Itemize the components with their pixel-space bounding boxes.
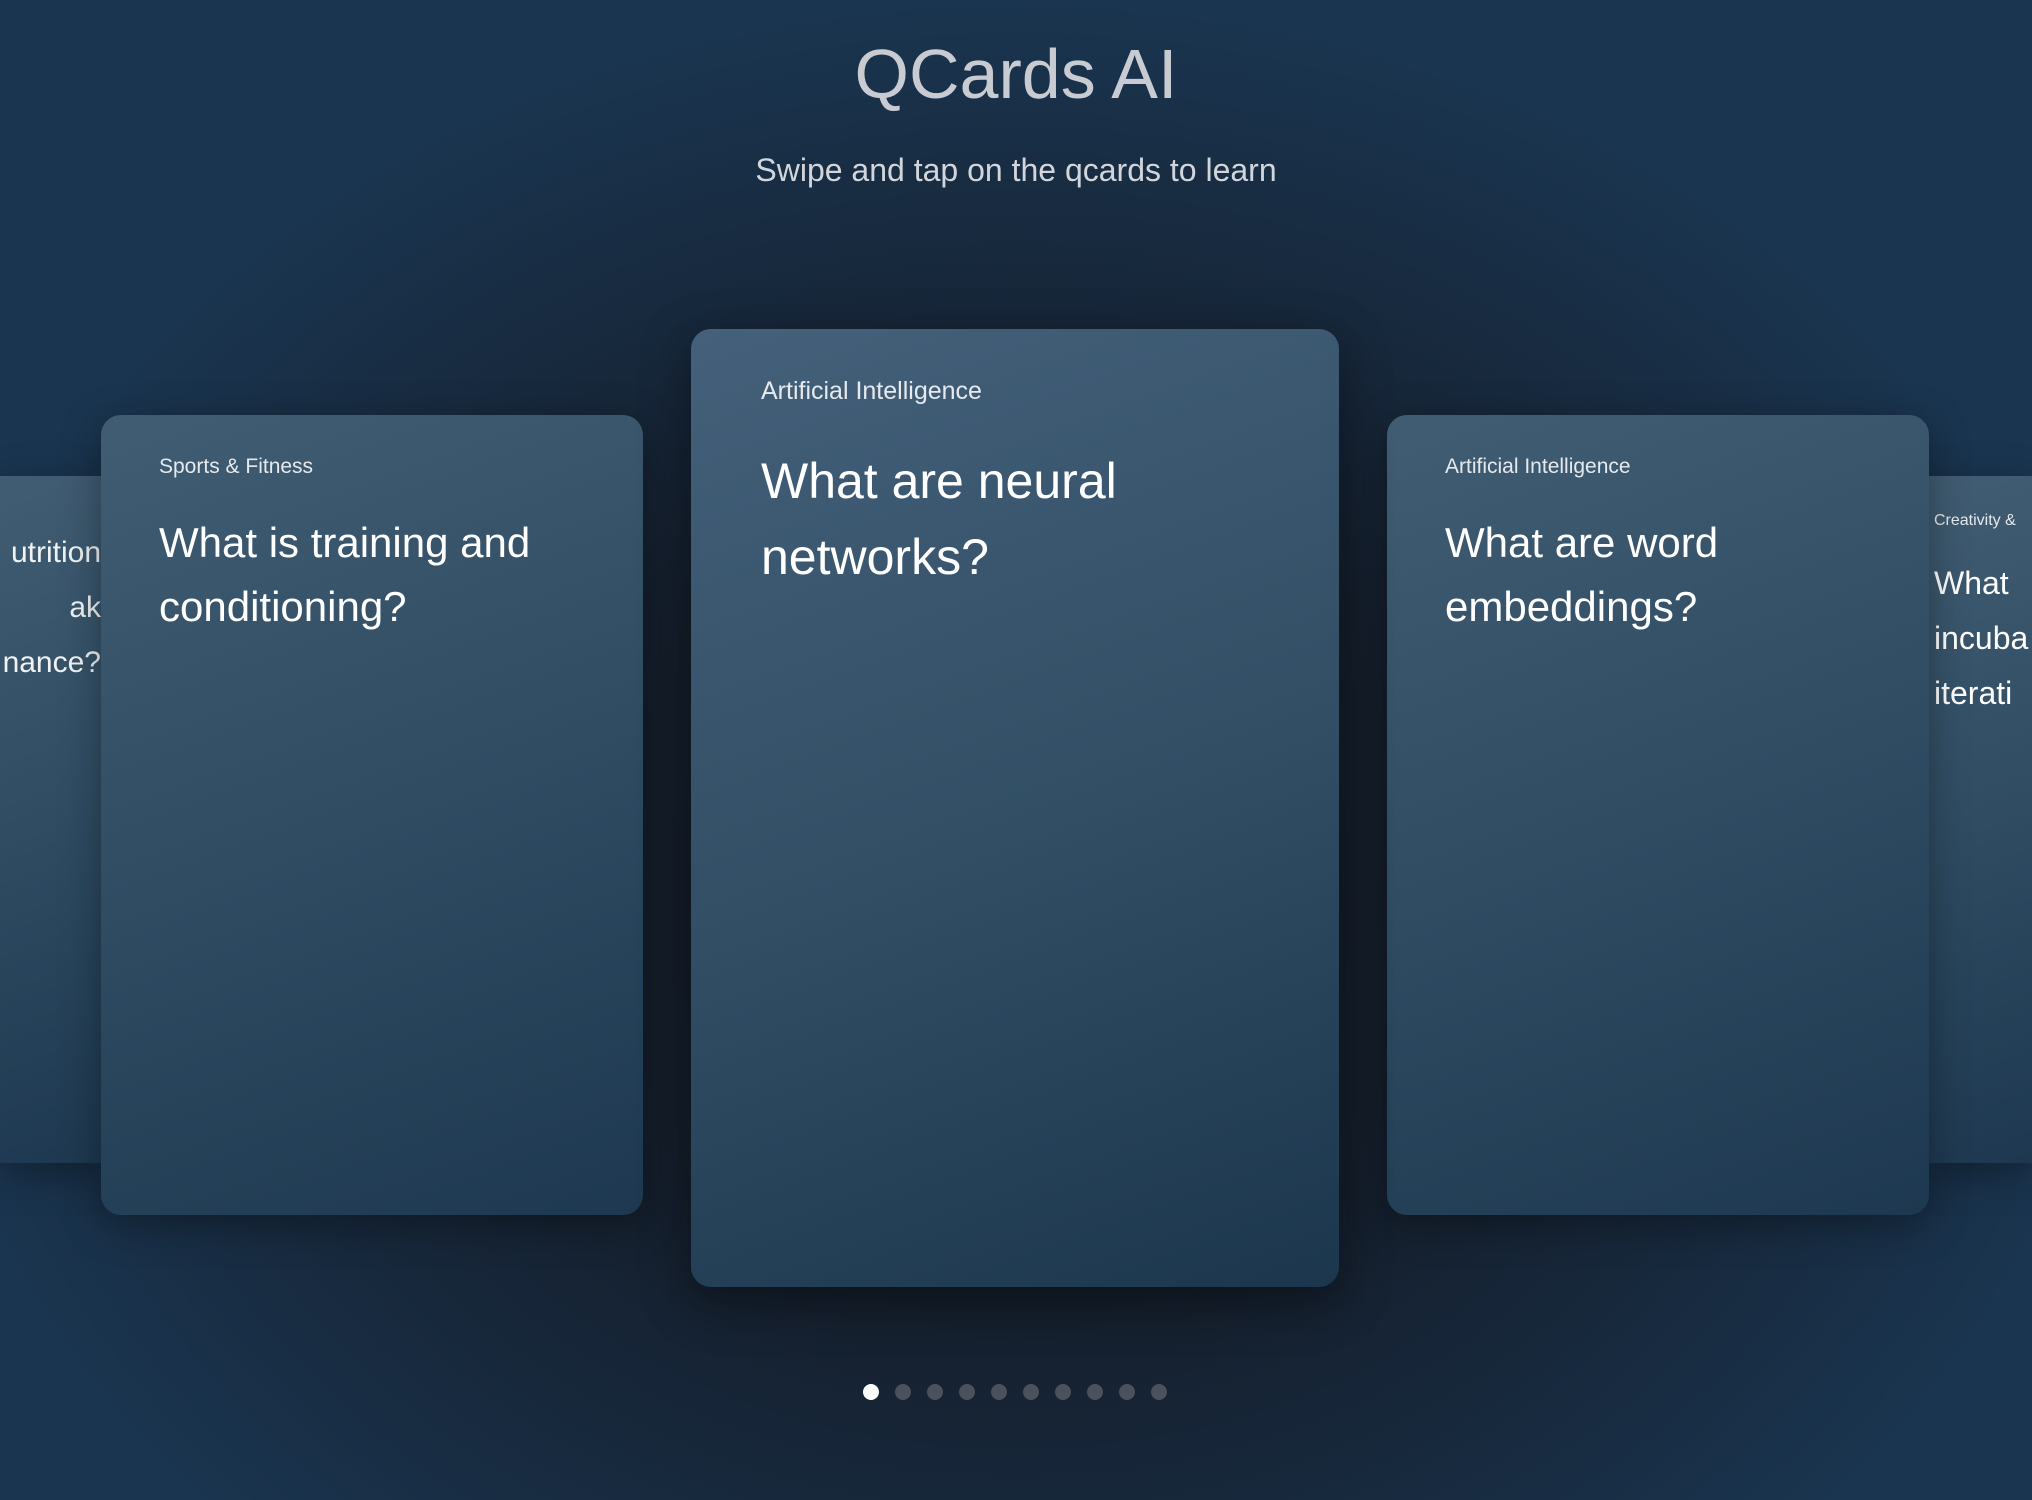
question-fragment: nance? <box>2 646 101 679</box>
qcard-right[interactable]: Artificial Intelligence What are word em… <box>1387 415 1929 1215</box>
question-fragment: What <box>1934 565 2009 601</box>
question-fragment: utrition <box>10 536 101 569</box>
card-category: Artificial Intelligence <box>1445 455 1631 478</box>
card-question: What incuba iterati <box>1934 556 2028 721</box>
pagination-dot-7[interactable] <box>1055 1384 1071 1400</box>
pagination-dot-1[interactable] <box>863 1384 879 1400</box>
qcard-left[interactable]: Sports & Fitness What is training and co… <box>101 415 643 1215</box>
question-fragment: incuba <box>1934 620 2029 656</box>
card-question: What are neural networks? <box>761 453 1117 585</box>
pagination-dot-6[interactable] <box>1023 1384 1039 1400</box>
qcard-active[interactable]: Artificial Intelligence What are neural … <box>691 329 1339 1287</box>
question-fragment: ak <box>69 591 101 624</box>
pagination-dot-4[interactable] <box>959 1384 975 1400</box>
pagination-dots <box>863 1384 1167 1400</box>
question-fragment: iterati <box>1934 675 2013 711</box>
card-question: What are word embeddings? <box>1445 519 1719 630</box>
qcard-far-right[interactable]: Creativity & What incuba iterati <box>1929 476 2032 1163</box>
card-category: Sports & Fitness <box>159 455 314 478</box>
qcard-far-left[interactable]: utrition ak nance? <box>0 476 101 1163</box>
card-question: What is training and conditioning? <box>159 519 531 630</box>
pagination-dot-9[interactable] <box>1119 1384 1135 1400</box>
pagination-dot-5[interactable] <box>991 1384 1007 1400</box>
pagination-dot-2[interactable] <box>895 1384 911 1400</box>
card-category: Creativity & <box>1934 512 2016 529</box>
app-title: QCards AI <box>854 35 1178 113</box>
pagination-dot-3[interactable] <box>927 1384 943 1400</box>
app-subtitle: Swipe and tap on the qcards to learn <box>755 152 1277 188</box>
card-category: Artificial Intelligence <box>761 377 982 405</box>
pagination-dot-10[interactable] <box>1151 1384 1167 1400</box>
pagination-dot-8[interactable] <box>1087 1384 1103 1400</box>
